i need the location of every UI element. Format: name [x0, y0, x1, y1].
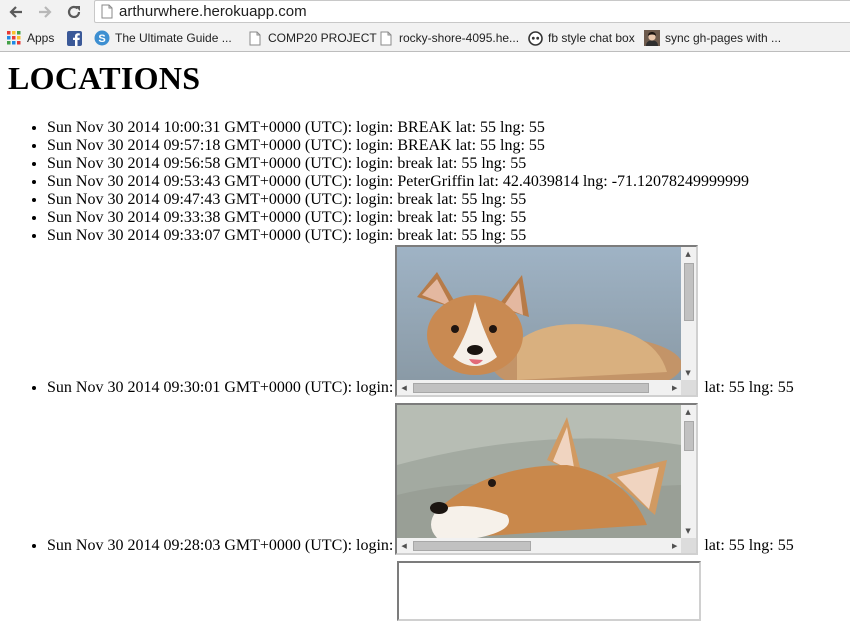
bookmark-rocky-shore[interactable]: rocky-shore-4095.he...: [378, 28, 519, 48]
bookmark-facebook[interactable]: [66, 28, 87, 48]
back-arrow-icon[interactable]: [5, 1, 27, 23]
bookmark-label: fb style chat box: [548, 31, 635, 45]
location-entry: Sun Nov 30 2014 09:47:43 GMT+0000 (UTC):…: [47, 191, 794, 209]
page-icon: [378, 30, 394, 46]
bookmark-fb-chat[interactable]: fb style chat box: [527, 28, 635, 48]
entry-suffix: lat: 55 lng: 55: [704, 379, 794, 396]
location-entry: Sun Nov 30 2014 10:00:31 GMT+0000 (UTC):…: [47, 119, 794, 137]
page-title: LOCATIONS: [8, 60, 201, 96]
entry-prefix: Sun Nov 30 2014 09:30:01 GMT+0000 (UTC):…: [47, 379, 394, 396]
page-icon: [247, 30, 263, 46]
bookmark-label: sync gh-pages with ...: [665, 31, 782, 45]
entry-prefix: Sun Nov 30 2014 09:28:03 GMT+0000 (UTC):…: [47, 537, 394, 554]
bookmarks-bar: Apps S The Ultimate Guide ... COMP20 PRO…: [0, 24, 850, 52]
address-bar[interactable]: arthurwhere.herokuapp.com: [94, 0, 850, 23]
s-logo-icon: S: [94, 30, 110, 46]
scroll-corner: [681, 380, 697, 395]
login-image-frame[interactable]: ▲ ▼ ◀ ▶: [395, 245, 699, 397]
location-entry: Sun Nov 30 2014 09:33:07 GMT+0000 (UTC):…: [47, 227, 794, 245]
bookmark-label: rocky-shore-4095.he...: [399, 31, 520, 45]
svg-text:S: S: [98, 33, 105, 45]
bookmark-apps[interactable]: Apps: [6, 28, 54, 48]
corgi-ears-image: [397, 405, 682, 538]
corgi-puppy-image: [397, 247, 682, 380]
entry-suffix: lat: 55 lng: 55: [704, 537, 794, 554]
apps-grid-icon: [6, 30, 22, 46]
location-entry: Sun Nov 30 2014 09:57:18 GMT+0000 (UTC):…: [47, 137, 794, 155]
locations-list: Sun Nov 30 2014 10:00:31 GMT+0000 (UTC):…: [0, 119, 794, 561]
avatar-icon: [644, 30, 660, 46]
bookmark-comp20[interactable]: COMP20 PROJECT: [247, 28, 377, 48]
location-entry-with-image: Sun Nov 30 2014 09:28:03 GMT+0000 (UTC):…: [47, 403, 794, 561]
page-icon: [101, 4, 113, 24]
bookmark-ultimate-guide[interactable]: S The Ultimate Guide ...: [94, 28, 232, 48]
facebook-icon: [66, 30, 82, 46]
url-text: arthurwhere.herokuapp.com: [119, 3, 307, 20]
horizontal-scrollbar[interactable]: ◀ ▶: [397, 538, 682, 553]
location-entry-with-image: Sun Nov 30 2014 09:30:01 GMT+0000 (UTC):…: [47, 245, 794, 403]
github-icon: [527, 30, 543, 46]
location-entry: Sun Nov 30 2014 09:56:58 GMT+0000 (UTC):…: [47, 155, 794, 173]
vertical-scrollbar[interactable]: ▲ ▼: [681, 405, 697, 538]
bookmark-label: COMP20 PROJECT: [268, 31, 377, 45]
login-image-frame[interactable]: ▲ ▼ ◀ ▶: [395, 403, 699, 555]
scroll-corner: [681, 538, 697, 553]
location-entry: Sun Nov 30 2014 09:33:38 GMT+0000 (UTC):…: [47, 209, 794, 227]
reload-icon[interactable]: [63, 1, 85, 23]
location-entry: Sun Nov 30 2014 09:53:43 GMT+0000 (UTC):…: [47, 173, 794, 191]
forward-arrow-icon[interactable]: [34, 1, 56, 23]
bookmark-label: Apps: [27, 31, 55, 45]
login-image-frame-empty[interactable]: [397, 561, 701, 621]
bookmark-label: The Ultimate Guide ...: [115, 31, 232, 45]
bookmark-sync-gh-pages[interactable]: sync gh-pages with ...: [644, 28, 781, 48]
vertical-scrollbar[interactable]: ▲ ▼: [681, 247, 697, 380]
horizontal-scrollbar[interactable]: ◀ ▶: [397, 380, 682, 395]
browser-toolbar: arthurwhere.herokuapp.com: [0, 0, 850, 24]
